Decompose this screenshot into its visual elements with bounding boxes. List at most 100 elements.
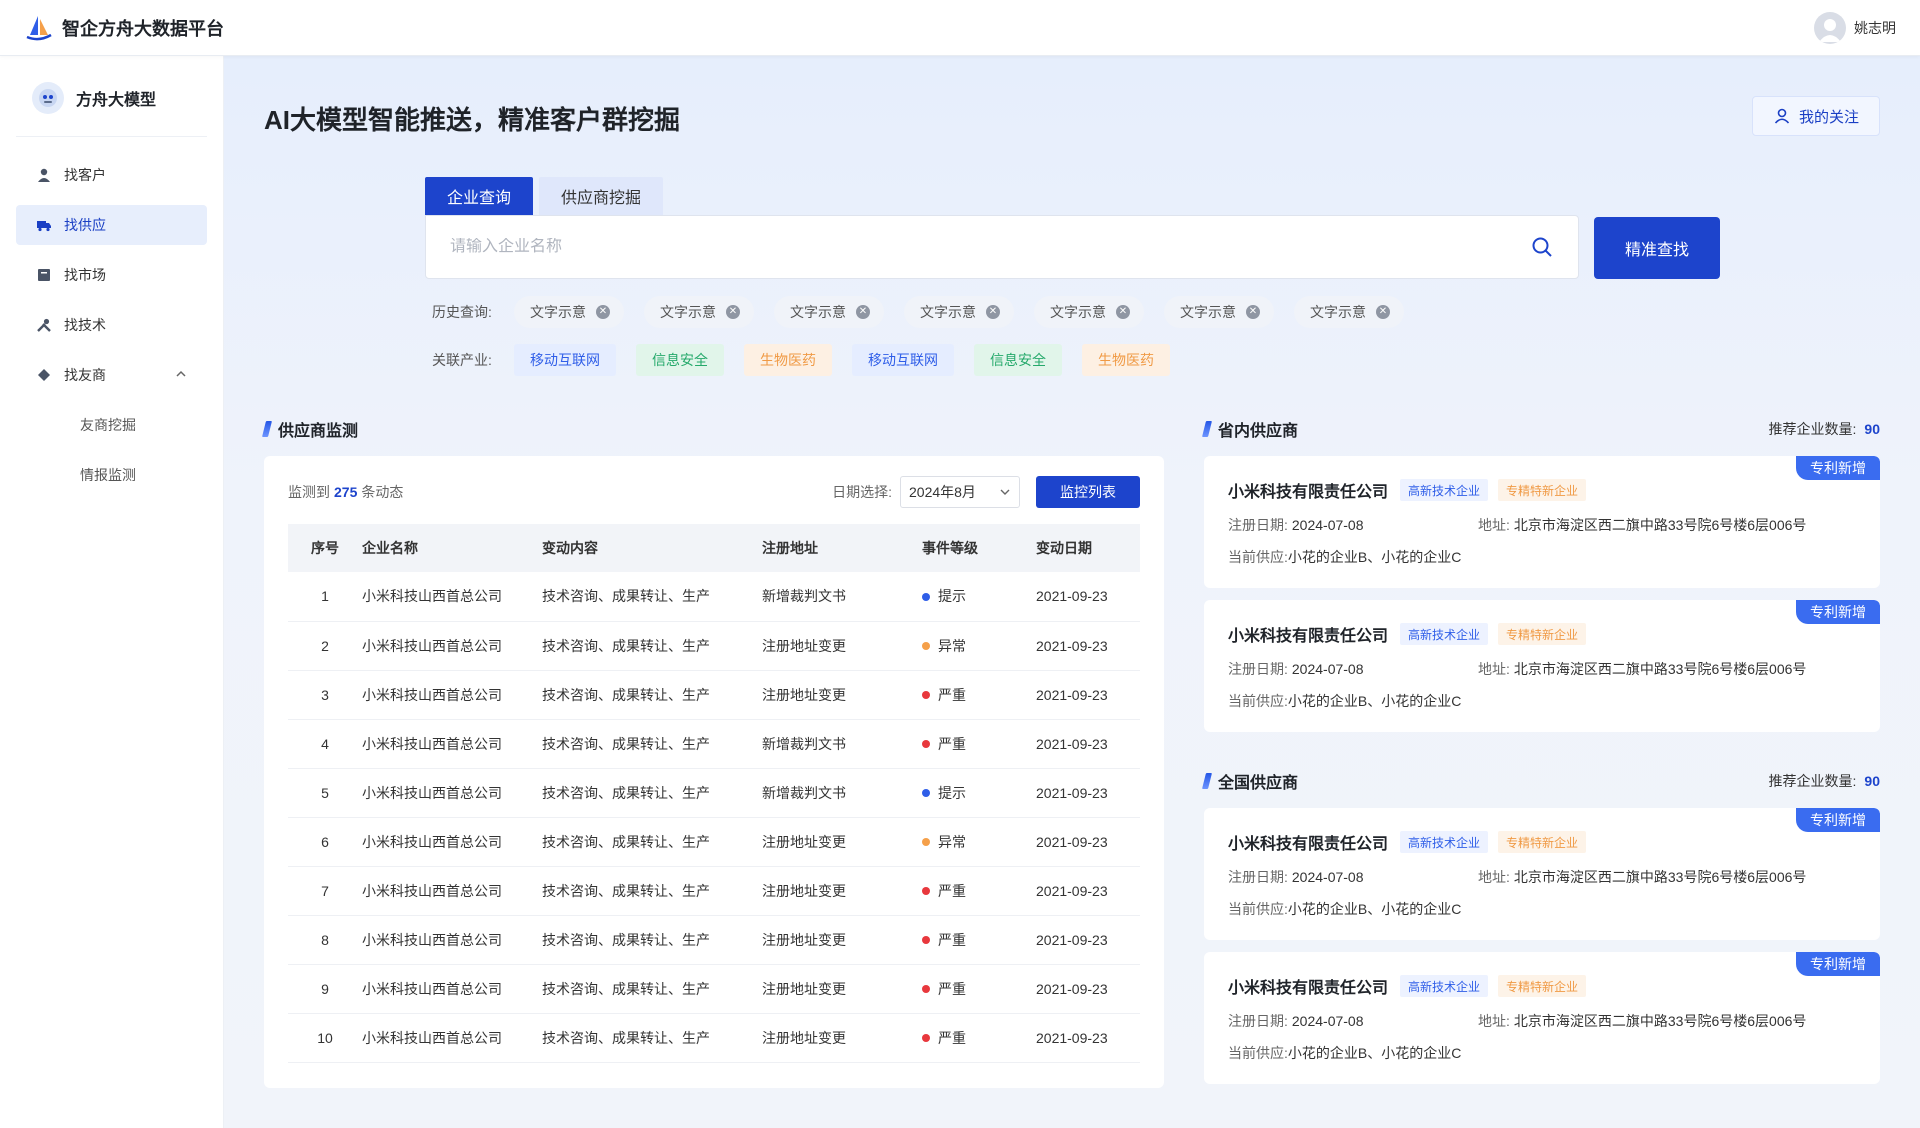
table-row[interactable]: 1 小米科技山西首总公司 技术咨询、成果转让、生产 新增裁判文书 提示 2021-09-2… <box>288 572 1140 622</box>
table-row[interactable]: 2 小米科技山西首总公司 技术咨询、成果转让、生产 注册地址变更 异常 2021-09-2… <box>288 621 1140 671</box>
table-row[interactable]: 3 小米科技山西首总公司 技术咨询、成果转让、生产 注册地址变更 严重 2021-09-2… <box>288 670 1140 720</box>
table-row[interactable]: 4 小米科技山西首总公司 技术咨询、成果转让、生产 新增裁判文书 严重 2021-09-2… <box>288 719 1140 769</box>
table-row[interactable]: 5 小米科技山西首总公司 技术咨询、成果转让、生产 新增裁判文书 提示 2021-09-2… <box>288 768 1140 818</box>
industry-tag[interactable]: 生物医药 <box>1082 344 1170 376</box>
cell-name[interactable]: 小米科技山西首总公司 <box>362 670 542 720</box>
cell-name[interactable]: 小米科技山西首总公司 <box>362 621 542 671</box>
table-row[interactable]: 9 小米科技山西首总公司 技术咨询、成果转让、生产 注册地址变更 严重 2021-09-2… <box>288 964 1140 1014</box>
table-row[interactable]: 7 小米科技山西首总公司 技术咨询、成果转让、生产 注册地址变更 严重 2021-09-2… <box>288 866 1140 916</box>
precise-search-button[interactable]: 精准查找 <box>1594 217 1720 279</box>
cell-date: 2021-09-23 <box>1036 817 1140 867</box>
sail-logo-icon <box>26 15 52 40</box>
supplier-card[interactable]: 专利新增 小米科技有限责任公司 高新技术企业 专精特新企业 注册日期: 2024-07-0… <box>1204 456 1880 588</box>
search-icon[interactable] <box>1530 235 1554 259</box>
industry-row: 关联产业: 移动互联网 信息安全 生物医药 移动互联网 信息安全 生物医药 <box>432 344 1190 376</box>
cell-change: 技术咨询、成果转让、生产 <box>542 670 762 720</box>
date-select[interactable]: 2024年8月 <box>900 476 1020 508</box>
avatar[interactable] <box>1814 11 1846 44</box>
history-tag[interactable]: 文字示意 ✕ <box>904 296 1014 328</box>
sidebar-item-find-market[interactable]: 找市场 <box>16 255 207 295</box>
cell-name[interactable]: 小米科技山西首总公司 <box>362 572 542 622</box>
company-search-input[interactable] <box>450 238 1530 256</box>
history-tag[interactable]: 文字示意 ✕ <box>514 296 624 328</box>
col-header-addr: 注册地址 <box>762 524 922 572</box>
industry-tag[interactable]: 信息安全 <box>974 344 1062 376</box>
cell-name[interactable]: 小米科技山西首总公司 <box>362 719 542 769</box>
supplier-name[interactable]: 小米科技有限责任公司 <box>1228 478 1388 502</box>
tab-supplier-mining[interactable]: 供应商挖掘 <box>539 177 664 215</box>
cell-name[interactable]: 小米科技山西首总公司 <box>362 817 542 867</box>
close-icon[interactable]: ✕ <box>1246 305 1260 319</box>
sidebar-subitem-intel-monitor[interactable]: 情报监测 <box>16 455 207 495</box>
industry-tag[interactable]: 移动互联网 <box>852 344 954 376</box>
sidebar-subitem-peer-mining[interactable]: 友商挖掘 <box>16 405 207 445</box>
supplier-name[interactable]: 小米科技有限责任公司 <box>1228 830 1388 854</box>
sidebar-item-find-supply[interactable]: 找供应 <box>16 205 207 245</box>
cell-name[interactable]: 小米科技山西首总公司 <box>362 866 542 916</box>
sidebar-item-find-peer[interactable]: 找友商 <box>16 355 207 395</box>
search-box <box>425 215 1579 279</box>
tools-icon <box>36 317 52 333</box>
current-supply-label: 当前供应: <box>1228 1045 1288 1061</box>
sidebar-menu: 找客户 找供应 找市场 找技术 找友商 友商挖掘 情报监测 <box>0 155 223 495</box>
history-tag[interactable]: 文字示意 ✕ <box>644 296 754 328</box>
history-tag[interactable]: 文字示意 ✕ <box>774 296 884 328</box>
user-menu[interactable]: 姚志明 <box>1814 11 1896 44</box>
chevron-down-icon <box>1000 489 1010 495</box>
close-icon[interactable]: ✕ <box>1116 305 1130 319</box>
current-supply-label: 当前供应: <box>1228 549 1288 565</box>
cell-addr: 注册地址变更 <box>762 621 922 671</box>
cell-change: 技术咨询、成果转让、生产 <box>542 817 762 867</box>
tab-company-query[interactable]: 企业查询 <box>425 177 534 215</box>
table-row[interactable]: 8 小米科技山西首总公司 技术咨询、成果转让、生产 注册地址变更 严重 2021-09-2… <box>288 915 1140 965</box>
history-tag[interactable]: 文字示意 ✕ <box>1164 296 1274 328</box>
cell-name[interactable]: 小米科技山西首总公司 <box>362 1013 542 1063</box>
history-tag[interactable]: 文字示意 ✕ <box>1034 296 1144 328</box>
supplier-name[interactable]: 小米科技有限责任公司 <box>1228 974 1388 998</box>
cell-name[interactable]: 小米科技山西首总公司 <box>362 768 542 818</box>
brand[interactable]: 智企方舟大数据平台 <box>24 13 224 43</box>
sidebar-item-find-customer[interactable]: 找客户 <box>16 155 207 195</box>
table-row[interactable]: 10 小米科技山西首总公司 技术咨询、成果转让、生产 注册地址变更 严重 2021-09-… <box>288 1013 1140 1063</box>
reg-date-label: 注册日期: <box>1228 1013 1288 1029</box>
close-icon[interactable]: ✕ <box>986 305 1000 319</box>
monitor-count: 监测到 275 条动态 <box>288 482 403 502</box>
cell-name[interactable]: 小米科技山西首总公司 <box>362 964 542 1014</box>
user-name[interactable]: 姚志明 <box>1854 18 1896 38</box>
cell-addr: 新增裁判文书 <box>762 719 922 769</box>
close-icon[interactable]: ✕ <box>856 305 870 319</box>
my-follow-button[interactable]: 我的关注 <box>1752 96 1880 136</box>
cell-name[interactable]: 小米科技山西首总公司 <box>362 915 542 965</box>
col-header-no: 序号 <box>288 524 362 572</box>
monitor-card: 监测到 275 条动态 日期选择: 2024年8月 监控列表 序号 企业名称 变动内… <box>264 456 1164 1088</box>
sidebar-item-find-tech[interactable]: 找技术 <box>16 305 207 345</box>
supplier-tag: 高新技术企业 <box>1400 975 1489 997</box>
industry-tag[interactable]: 移动互联网 <box>514 344 616 376</box>
cell-no: 4 <box>288 719 362 769</box>
reg-date-label: 注册日期: <box>1228 869 1288 885</box>
cell-addr: 注册地址变更 <box>762 670 922 720</box>
industry-tag[interactable]: 信息安全 <box>636 344 724 376</box>
supplier-card[interactable]: 专利新增 小米科技有限责任公司 高新技术企业 专精特新企业 注册日期: 2024-07-0… <box>1204 808 1880 940</box>
supplier-name[interactable]: 小米科技有限责任公司 <box>1228 622 1388 646</box>
history-tag[interactable]: 文字示意 ✕ <box>1294 296 1404 328</box>
close-icon[interactable]: ✕ <box>596 305 610 319</box>
supplier-section-label: 省内供应商 <box>1218 423 1299 440</box>
cell-level: 严重 <box>922 964 1036 1014</box>
col-header-change: 变动内容 <box>542 524 762 572</box>
truck-icon <box>36 217 52 233</box>
industry-label: 关联产业: <box>432 352 492 368</box>
monitor-list-button[interactable]: 监控列表 <box>1036 476 1140 508</box>
cell-date: 2021-09-23 <box>1036 768 1140 818</box>
chevron-up-icon[interactable] <box>175 368 187 383</box>
current-supply-value: 小花的企业B、小花的企业C <box>1287 1045 1462 1061</box>
supplier-card[interactable]: 专利新增 小米科技有限责任公司 高新技术企业 专精特新企业 注册日期: 2024-07-0… <box>1204 952 1880 1084</box>
sidebar: 方舟大模型 找客户 找供应 找市场 找技术 找友商 友商挖掘 情报监测 <box>0 56 224 1128</box>
close-icon[interactable]: ✕ <box>1376 305 1390 319</box>
table-row[interactable]: 6 小米科技山西首总公司 技术咨询、成果转让、生产 注册地址变更 异常 2021-09-2… <box>288 817 1140 867</box>
supplier-card[interactable]: 专利新增 小米科技有限责任公司 高新技术企业 专精特新企业 注册日期: 2024-07-0… <box>1204 600 1880 732</box>
close-icon[interactable]: ✕ <box>726 305 740 319</box>
level-label: 严重 <box>938 735 966 752</box>
industry-tag[interactable]: 生物医药 <box>744 344 832 376</box>
page-title: AI大模型智能推送，精准客户群挖掘 <box>264 105 681 135</box>
